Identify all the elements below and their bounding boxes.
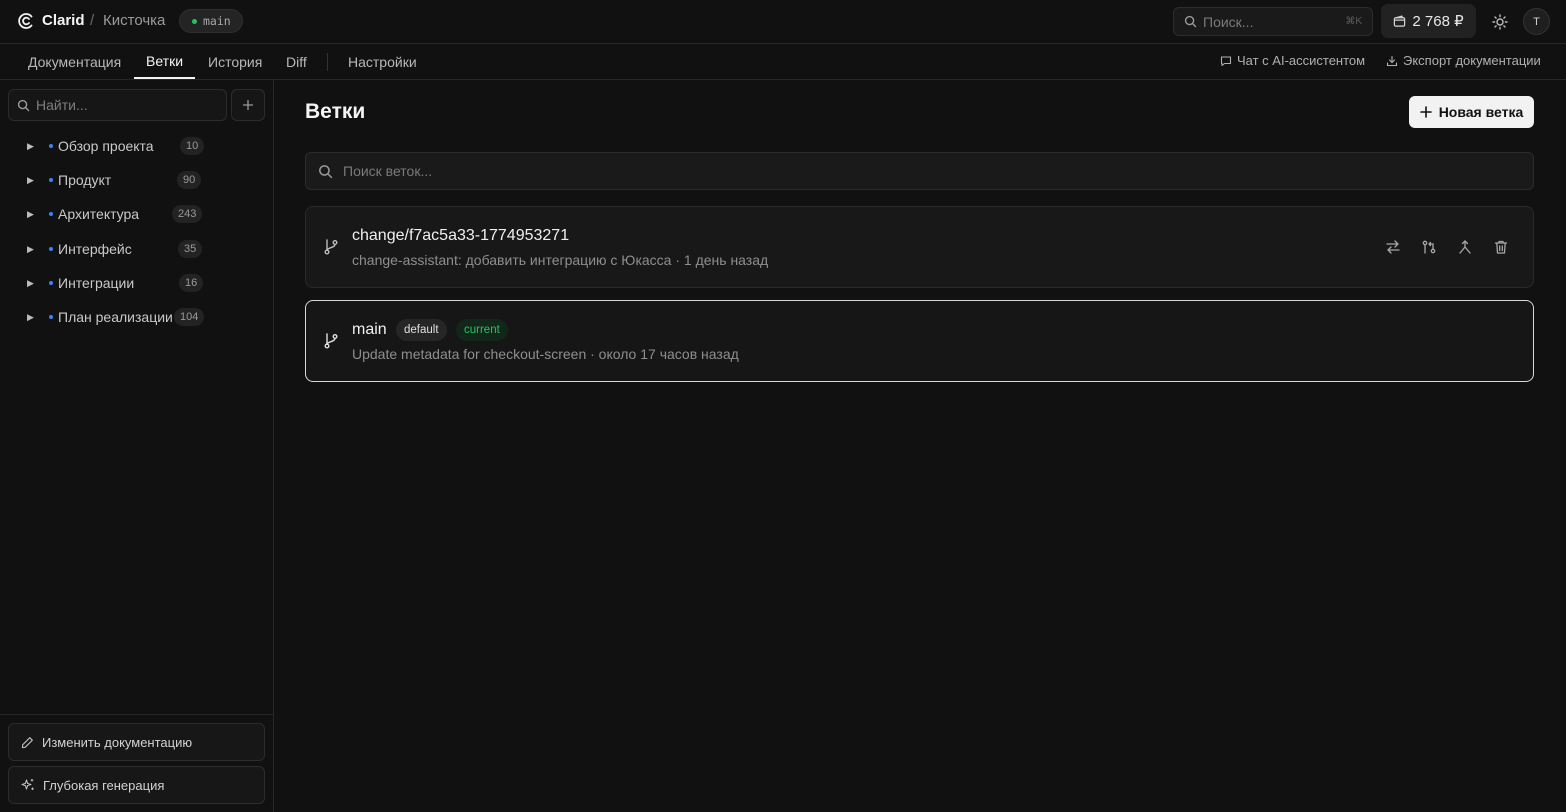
branch-search-placeholder: Поиск веток... [343,163,433,179]
section-dot [49,178,53,182]
caret-right-icon[interactable]: ▶ [27,244,34,255]
current-branch-label: main [203,14,231,28]
sidebar-item-label: Продукт [58,172,112,188]
ai-chat-link[interactable]: Чат с AI-ассистентом [1220,53,1365,68]
branch-actions [1383,237,1511,257]
sidebar: Найти... ▶ Обзор проекта 10 ▶ Продукт 90… [0,80,274,812]
caret-right-icon[interactable]: ▶ [27,209,34,220]
global-search-placeholder: Поиск... [1203,13,1254,30]
sidebar-item-overview[interactable]: ▶ Обзор проекта 10 [0,134,274,158]
branch-search-input[interactable]: Поиск веток... [305,152,1534,190]
user-avatar[interactable]: T [1523,8,1550,35]
edit-docs-button[interactable]: Изменить документацию [8,723,265,761]
new-branch-button[interactable]: Новая ветка [1409,96,1534,128]
sidebar-item-count: 90 [177,171,202,189]
top-bar: Clarid / Кисточка main Поиск... ⌘K 2 768… [0,0,1566,44]
delete-trash-icon[interactable] [1491,237,1511,257]
add-page-button[interactable] [231,89,265,121]
sidebar-search-placeholder: Найти... [36,97,88,113]
sidebar-item-interface[interactable]: ▶ Интерфейс 35 [0,237,274,261]
branch-meta: change-assistant: добавить интеграцию с … [352,252,769,268]
branch-name: main [352,321,387,338]
branch-name: change/f7ac5a33-1774953271 [352,227,570,244]
tabs-bar: Документация Ветки История Diff Настройк… [0,44,1566,80]
section-dot [49,144,53,148]
tab-divider [327,53,328,71]
edit-docs-label: Изменить документацию [42,734,193,750]
section-dot [49,315,53,319]
sidebar-item-count: 16 [179,274,204,292]
plus-icon [242,99,254,111]
tab-diff[interactable]: Diff [274,44,319,79]
balance-button[interactable]: 2 768 ₽ [1381,4,1476,38]
section-dot [49,247,53,251]
export-docs-link[interactable]: Экспорт документации [1386,53,1541,68]
ai-chat-label: Чат с AI-ассистентом [1237,53,1366,68]
sidebar-item-integrations[interactable]: ▶ Интеграции 16 [0,271,274,295]
sidebar-item-count: 10 [180,137,205,155]
branch-card[interactable]: change/f7ac5a33-1774953271 change-assist… [305,206,1534,288]
export-docs-label: Экспорт документации [1403,53,1541,68]
global-search[interactable]: Поиск... ⌘K [1173,7,1373,36]
tab-branches[interactable]: Ветки [134,44,196,79]
sidebar-item-implementation-plan[interactable]: ▶ План реализации 104 [0,305,274,329]
search-shortcut: ⌘K [1345,16,1362,27]
breadcrumb-separator: / [90,12,95,29]
plus-icon [1419,106,1432,118]
caret-right-icon[interactable]: ▶ [27,175,34,186]
sidebar-item-label: Архитектура [58,206,140,222]
deep-generation-button[interactable]: Глубокая генерация [8,766,265,804]
tab-history[interactable]: История [196,44,274,79]
sidebar-footer: Изменить документацию Глубокая генерация [0,714,273,812]
tab-settings[interactable]: Настройки [336,44,429,79]
branch-status-dot [192,18,197,24]
tab-documentation[interactable]: Документация [16,44,133,79]
sidebar-item-architecture[interactable]: ▶ Архитектура 243 [0,202,274,226]
branch-meta: Update metadata for checkout-screen · ок… [352,346,739,362]
theme-toggle-sun-icon[interactable] [1489,11,1511,33]
section-dot [49,212,53,216]
caret-right-icon[interactable]: ▶ [27,312,34,323]
git-branch-icon [322,238,340,256]
project-name[interactable]: Кисточка [103,12,165,29]
balance-value: 2 768 ₽ [1412,13,1464,30]
current-badge: current [456,319,508,341]
sidebar-item-count: 243 [172,205,203,223]
pencil-icon [21,736,34,749]
sparkles-icon [21,778,35,792]
current-branch-pill[interactable]: main [179,9,243,33]
search-icon [318,164,333,179]
section-dot [49,281,53,285]
merge-icon[interactable] [1455,237,1475,257]
compare-pull-request-icon[interactable] [1419,237,1439,257]
git-branch-icon [322,332,340,350]
clarid-logo-icon[interactable] [17,12,35,30]
chat-bubble-icon [1220,55,1232,67]
brand-name[interactable]: Clarid [42,12,85,29]
deep-generation-label: Глубокая генерация [43,777,165,793]
page-title: Ветки [305,100,366,123]
sidebar-search-input[interactable]: Найти... [8,89,227,121]
caret-right-icon[interactable]: ▶ [27,278,34,289]
switch-branch-icon[interactable] [1383,237,1403,257]
sidebar-item-label: Интерфейс [58,241,132,257]
sidebar-item-label: План реализации [58,309,173,325]
search-icon [1184,15,1197,28]
default-badge: default [396,319,447,341]
sidebar-item-count: 35 [178,240,203,258]
sidebar-item-label: Обзор проекта [58,138,154,154]
caret-right-icon[interactable]: ▶ [27,141,34,152]
sidebar-item-product[interactable]: ▶ Продукт 90 [0,168,274,192]
wallet-icon [1393,14,1406,28]
sidebar-item-label: Интеграции [58,275,135,291]
download-icon [1386,55,1398,67]
new-branch-label: Новая ветка [1438,104,1524,120]
branch-card-current[interactable]: main default current Update metadata for… [305,300,1534,382]
sidebar-item-count: 104 [174,308,205,326]
search-icon [17,99,30,112]
